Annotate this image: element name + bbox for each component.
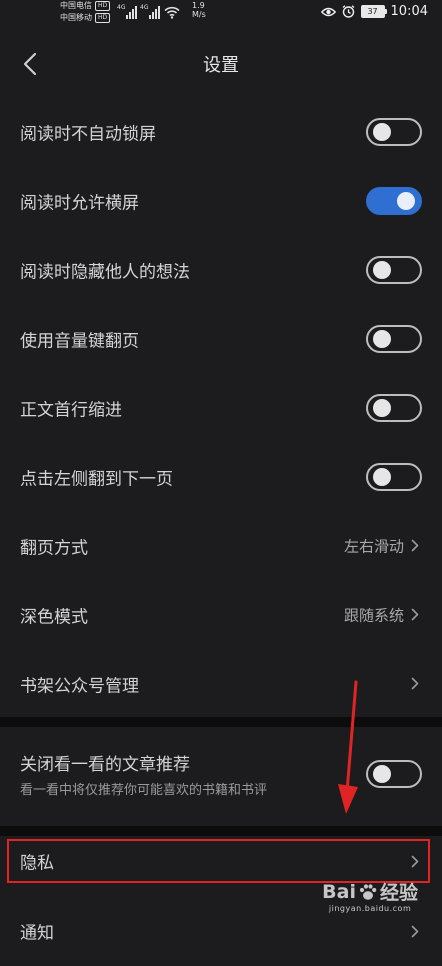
- setting-row-first-line-indent[interactable]: 正文首行缩进: [0, 373, 442, 442]
- section-divider: [0, 717, 442, 727]
- setting-label: 关闭看一看的文章推荐: [20, 755, 190, 775]
- signal-indicators: 4G 4G: [117, 3, 180, 19]
- toggle-switch[interactable]: [366, 393, 422, 422]
- watermark-url: jingyan.baidu.com: [328, 904, 412, 913]
- hd-badge: HD: [95, 13, 111, 23]
- section-divider: [0, 826, 442, 836]
- toggle-switch[interactable]: [366, 462, 422, 491]
- signal-2-icon: 4G: [140, 4, 160, 19]
- setting-row-volume-key-paging[interactable]: 使用音量键翻页: [0, 304, 442, 373]
- nav-bar: 设置: [0, 40, 442, 88]
- setting-row-close-recommend[interactable]: 关闭看一看的文章推荐 看一看中将仅推荐你可能喜欢的书籍和书评: [0, 727, 442, 821]
- setting-label: 阅读时不自动锁屏: [20, 124, 156, 144]
- setting-label: 翻页方式: [20, 538, 88, 558]
- toggle-switch[interactable]: [366, 186, 422, 215]
- setting-label: 阅读时允许横屏: [20, 193, 139, 213]
- battery-icon: 37: [360, 5, 387, 18]
- setting-label: 使用音量键翻页: [20, 331, 139, 351]
- toggle-switch[interactable]: [366, 117, 422, 146]
- toggle-switch[interactable]: [366, 760, 422, 788]
- setting-label: 隐私: [20, 853, 54, 874]
- baidu-jingyan-watermark: Bai 经验 jingyan.baidu.com: [322, 878, 418, 914]
- chevron-right-icon: [410, 854, 420, 868]
- hd-badge: HD: [95, 1, 111, 11]
- setting-row-allow-landscape[interactable]: 阅读时允许横屏: [0, 166, 442, 235]
- watermark-suffix: 经验: [379, 882, 418, 904]
- status-time: 10:04: [390, 4, 428, 19]
- chevron-right-icon: [410, 608, 420, 622]
- setting-row-shelf-account-manage[interactable]: 书架公众号管理: [0, 649, 442, 718]
- setting-sublabel: 看一看中将仅推荐你可能喜欢的书籍和书评: [20, 783, 268, 798]
- page-title: 设置: [203, 55, 239, 76]
- carrier-2-label: 中国移动: [60, 13, 92, 22]
- eye-icon: [320, 7, 336, 16]
- setting-row-no-auto-lock[interactable]: 阅读时不自动锁屏: [0, 97, 442, 166]
- setting-value: 跟随系统: [343, 606, 404, 624]
- alarm-icon: [342, 5, 354, 18]
- signal-1-icon: 4G: [117, 4, 137, 19]
- chevron-right-icon: [410, 677, 420, 691]
- setting-row-hide-thoughts[interactable]: 阅读时隐藏他人的想法: [0, 235, 442, 304]
- setting-label: 深色模式: [20, 607, 88, 627]
- toggle-switch[interactable]: [366, 324, 422, 353]
- annotation-arrow: [338, 680, 358, 814]
- setting-value: 左右滑动: [343, 537, 404, 555]
- setting-row-page-turn-mode[interactable]: 翻页方式 左右滑动: [0, 511, 442, 580]
- setting-label: 点击左侧翻到下一页: [20, 469, 173, 489]
- paw-icon: [359, 883, 377, 900]
- setting-row-dark-mode[interactable]: 深色模式 跟随系统: [0, 580, 442, 649]
- carrier-info: 中国电信 HD 中国移动 HD: [60, 0, 111, 24]
- chevron-right-icon: [410, 924, 420, 938]
- status-bar: 中国电信 HD 中国移动 HD 4G 4G 1.9 M/s 37 10:04: [0, 0, 442, 28]
- watermark-brand: Bai: [322, 880, 356, 903]
- setting-label: 阅读时隐藏他人的想法: [20, 262, 190, 282]
- setting-label: 通知: [20, 923, 54, 944]
- setting-label: 书架公众号管理: [20, 676, 139, 696]
- toggle-switch[interactable]: [366, 255, 422, 284]
- chevron-right-icon: [410, 539, 420, 553]
- wifi-icon: [164, 6, 180, 19]
- setting-row-tap-left-next-page[interactable]: 点击左侧翻到下一页: [0, 442, 442, 511]
- net-speed: 1.9 M/s: [192, 1, 206, 19]
- status-right: 37 10:04: [320, 4, 428, 19]
- carrier-1-label: 中国电信: [60, 1, 92, 10]
- setting-label: 正文首行缩进: [20, 400, 122, 420]
